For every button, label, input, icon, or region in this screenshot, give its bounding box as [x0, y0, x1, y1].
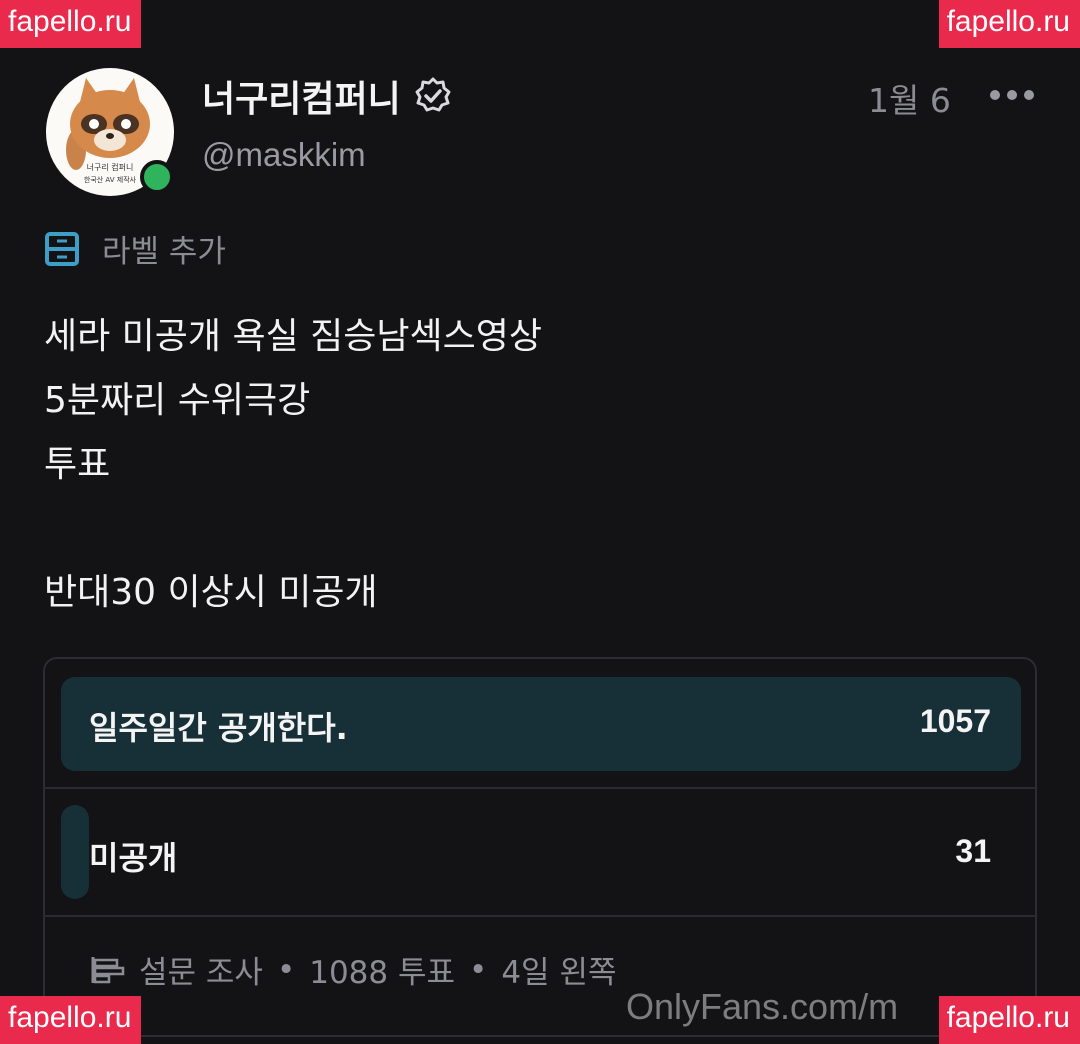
poll-card: 일주일간 공개한다. 1057 미공개 31 설문 조사 • 1088 투표 •… [43, 657, 1037, 1037]
poll-option-2-label: 미공개 [89, 839, 178, 877]
post-line: 투표 [44, 444, 111, 485]
poll-separator: • [276, 951, 296, 988]
profile-handle[interactable]: @maskkim [202, 136, 366, 174]
add-label-text: 라벨 추가 [102, 234, 226, 270]
avatar-caption-1: 너구리 컴퍼니 [87, 162, 134, 172]
poll-option-1-label: 일주일간 공개한다. [89, 709, 348, 747]
poll-divider [45, 915, 1035, 917]
post-date[interactable]: 1월 6 [868, 74, 951, 122]
online-status-dot [140, 160, 174, 194]
avatar-caption-2: 한국산 AV 제작사 [84, 175, 137, 184]
add-label-button[interactable]: 라벨 추가 [44, 226, 226, 271]
watermark-bottom-left: fapello.ru [0, 996, 142, 1044]
poll-votes: 1088 투표 [309, 955, 456, 991]
onlyfans-watermark: OnlyFans.com/m [626, 986, 899, 1027]
poll-remaining: 4일 왼쪽 [501, 955, 617, 991]
label-icon [45, 231, 79, 266]
post-body: 세라 미공개 욕실 짐승남섹스영상 5분짜리 수위극강 투표 반대30 이상시 … [44, 305, 542, 625]
post-line-blank [44, 497, 542, 561]
poll-option-2-count: 31 [955, 833, 991, 869]
post-line: 반대30 이상시 미공개 [44, 572, 378, 613]
watermark-top-right: fapello.ru [938, 0, 1080, 48]
poll-footer: 설문 조사 • 1088 투표 • 4일 왼쪽 [89, 947, 616, 992]
more-options-icon[interactable] [990, 78, 1034, 100]
poll-option-2-fill[interactable] [61, 805, 89, 899]
profile-name-text[interactable]: 너구리컴퍼니 [202, 70, 401, 122]
poll-option-1-count: 1057 [919, 703, 991, 739]
post-line: 5분짜리 수위극강 [44, 380, 311, 421]
poll-separator: • [469, 951, 488, 988]
watermark-top-left: fapello.ru [0, 0, 142, 48]
verified-badge-icon [415, 77, 451, 112]
poll-icon [91, 956, 125, 983]
watermark-bottom-right: fapello.ru [938, 996, 1080, 1044]
poll-type: 설문 조사 [139, 955, 263, 991]
post-line: 세라 미공개 욕실 짐승남섹스영상 [44, 316, 543, 357]
profile-name[interactable]: 너구리컴퍼니 [202, 70, 453, 122]
poll-divider [45, 787, 1035, 789]
